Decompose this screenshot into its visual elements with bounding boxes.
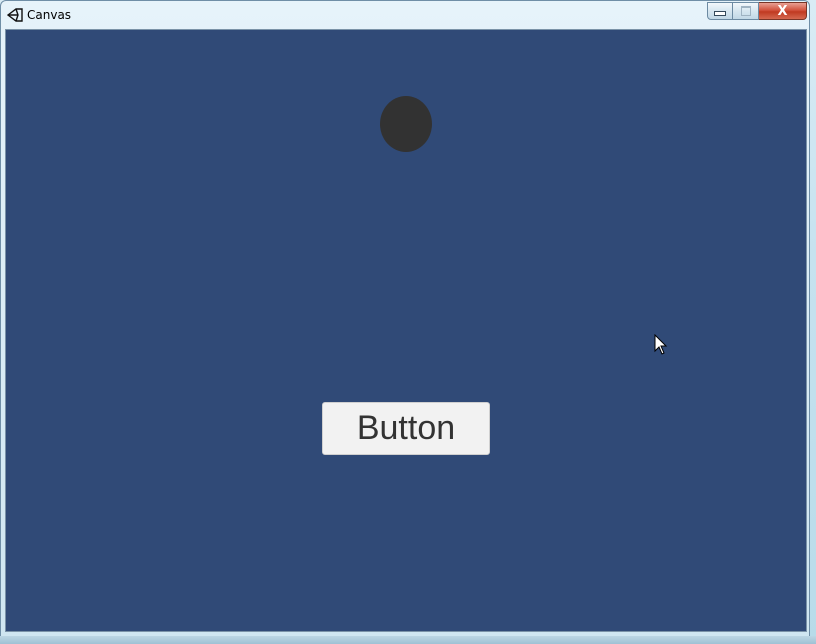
canvas-button[interactable]: Button bbox=[322, 402, 490, 455]
ball-sprite bbox=[380, 96, 432, 152]
maximize-button[interactable] bbox=[733, 2, 759, 20]
minimize-button[interactable] bbox=[707, 2, 733, 20]
app-window: Canvas X Button bbox=[0, 0, 810, 640]
minimize-icon bbox=[714, 10, 726, 16]
unity-logo-icon bbox=[7, 8, 23, 22]
window-title: Canvas bbox=[27, 8, 72, 22]
taskbar-edge bbox=[0, 636, 816, 644]
game-canvas[interactable]: Button bbox=[5, 29, 807, 632]
caption-buttons: X bbox=[707, 2, 807, 21]
maximize-icon bbox=[740, 6, 751, 16]
close-button[interactable]: X bbox=[759, 2, 807, 20]
close-icon: X bbox=[777, 3, 788, 19]
mouse-cursor-icon bbox=[654, 334, 668, 355]
title-bar[interactable]: Canvas X bbox=[1, 1, 809, 29]
